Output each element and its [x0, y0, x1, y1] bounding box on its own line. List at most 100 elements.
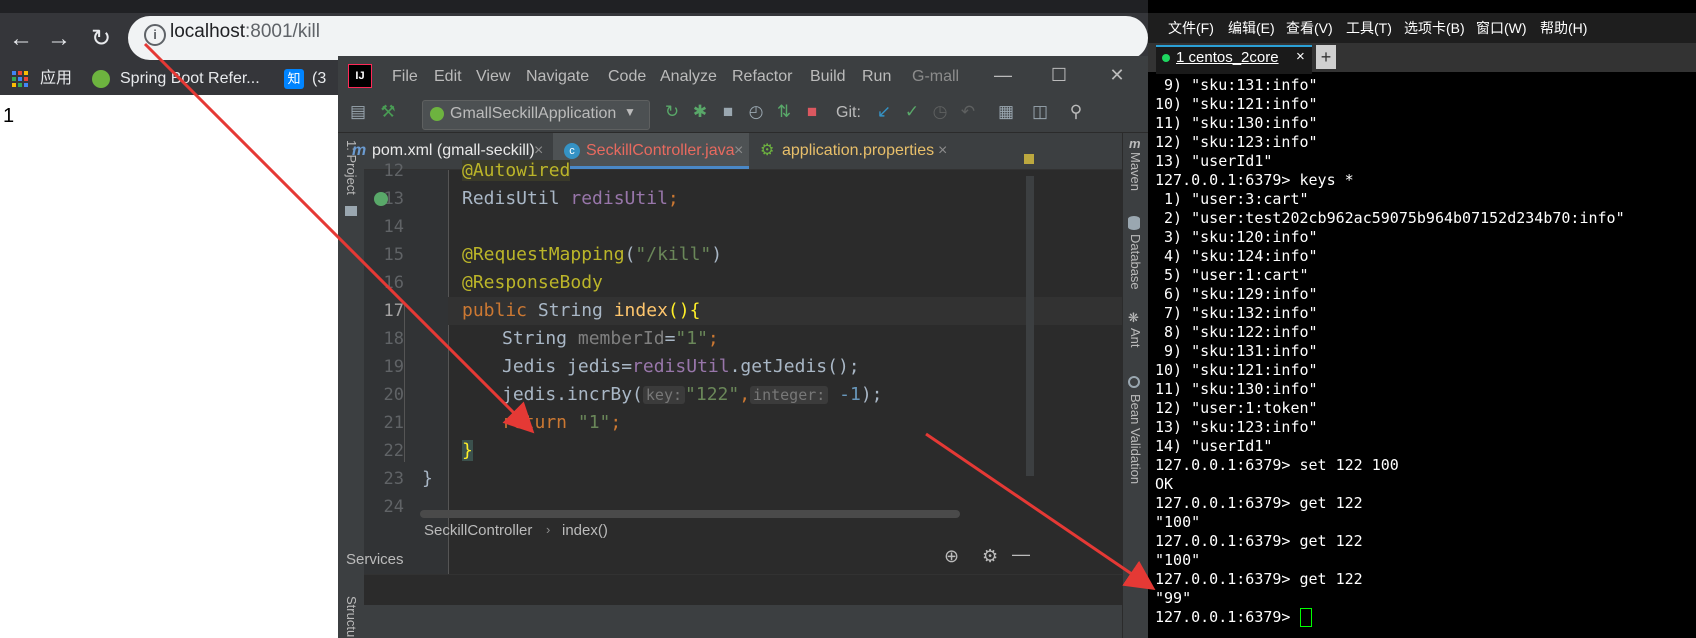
close-tab-icon[interactable]: ×	[938, 133, 947, 169]
terminal-line: 1) "user:3:cart"	[1155, 190, 1309, 208]
terminal-line: 6) "sku:129:info"	[1155, 285, 1318, 303]
site-info-icon[interactable]: i	[144, 24, 166, 46]
line-number: 14	[383, 217, 404, 237]
code-line-20: jedis.incrBy(key: "122", integer: -1);	[502, 384, 883, 405]
apps-grid-icon[interactable]	[12, 71, 28, 87]
terminal-line: 13) "userId1"	[1155, 152, 1273, 170]
project-title: G-mall	[912, 68, 960, 85]
menu-build[interactable]: Build	[810, 68, 846, 86]
project-structure-icon[interactable]: ▤	[346, 100, 370, 124]
breadcrumb	[364, 574, 1122, 605]
maximize-icon[interactable]: ☐	[1044, 62, 1074, 88]
close-icon[interactable]: ✕	[1102, 62, 1132, 88]
target-icon[interactable]: ⊕	[944, 546, 959, 567]
search-icon[interactable]: ⚲	[1064, 100, 1088, 124]
git-history-icon[interactable]: ◷	[928, 100, 952, 124]
update-running-app-icon[interactable]: ⇅	[772, 100, 796, 124]
structure-tool-window-button[interactable]: Structure	[344, 596, 359, 638]
page-response-text: 1	[3, 105, 15, 127]
database-tool-button[interactable]: Database	[1128, 234, 1143, 290]
term-menu-tools[interactable]: 工具(T)	[1346, 18, 1392, 38]
spring-boot-icon	[430, 107, 444, 121]
menu-run[interactable]: Run	[862, 68, 891, 86]
term-menu-help[interactable]: 帮助(H)	[1540, 18, 1587, 38]
profile-icon[interactable]: ◴	[744, 100, 768, 124]
bookmark-apps[interactable]: 应用	[40, 63, 72, 95]
coverage-icon[interactable]: ■	[716, 100, 740, 124]
minimize-icon[interactable]: —	[988, 62, 1018, 88]
build-hammer-icon[interactable]: ⚒	[376, 100, 400, 124]
close-tab-icon[interactable]: ×	[1296, 48, 1305, 65]
bean-validation-tool-button[interactable]: Bean Validation	[1128, 394, 1143, 484]
code-line-16: @ResponseBody	[462, 272, 603, 293]
code-line-23: }	[422, 468, 433, 489]
terminal-line: 127.0.0.1:6379> get 122	[1155, 570, 1363, 588]
terminal-line: 5) "user:1:cart"	[1155, 266, 1309, 284]
terminal-line: 4) "sku:124:info"	[1155, 247, 1318, 265]
forward-arrow-icon[interactable]: →	[42, 22, 76, 56]
term-menu-window[interactable]: 窗口(W)	[1476, 18, 1527, 38]
back-arrow-icon[interactable]: ←	[4, 22, 38, 56]
java-class-icon: c	[564, 143, 580, 159]
term-menu-view[interactable]: 查看(V)	[1286, 18, 1333, 38]
menu-analyze[interactable]: Analyze	[660, 68, 717, 86]
new-tab-plus-icon[interactable]: +	[1316, 45, 1336, 69]
menu-view[interactable]: View	[476, 68, 510, 86]
breadcrumb-class[interactable]: SeckillController	[424, 522, 532, 539]
terminal-cursor	[1299, 608, 1312, 627]
gear-icon[interactable]: ⚙	[982, 546, 998, 567]
code-line-19: Jedis jedis=redisUtil.getJedis();	[502, 356, 860, 377]
tab-seckill-controller[interactable]: SeckillController.java	[586, 133, 735, 169]
line-number: 20	[383, 385, 404, 405]
terminal-line: 10) "sku:121:info"	[1155, 95, 1318, 113]
git-rollback-icon[interactable]: ↶	[956, 100, 980, 124]
code-line-15: @RequestMapping("/kill")	[462, 244, 723, 265]
line-number: 21	[383, 413, 404, 433]
services-title: Services	[346, 551, 404, 568]
menu-file[interactable]: File	[392, 68, 418, 86]
line-number: 22	[383, 441, 404, 461]
stop-icon[interactable]: ■	[800, 100, 824, 124]
terminal-line: 12) "user:1:token"	[1155, 399, 1318, 417]
tab-application-properties[interactable]: application.properties	[782, 133, 934, 169]
project-structure-settings-icon[interactable]: ▦	[994, 100, 1018, 124]
ant-icon: ❋	[1128, 310, 1139, 325]
menu-edit[interactable]: Edit	[434, 68, 462, 86]
url-text[interactable]: localhost:8001/kill	[170, 20, 320, 44]
url-host: localhost	[170, 21, 245, 42]
breadcrumb-method[interactable]: index()	[562, 522, 608, 539]
terminal-line: OK	[1155, 475, 1174, 493]
spring-bean-gutter-icon[interactable]	[374, 192, 388, 206]
term-menu-tabs[interactable]: 选项卡(B)	[1404, 18, 1465, 38]
terminal-output[interactable]: 9) "sku:131:info" 10) "sku:121:info" 11) "…	[1155, 76, 1625, 627]
debug-bug-icon[interactable]: ✱	[688, 100, 712, 124]
maven-tool-button[interactable]: Maven	[1128, 152, 1143, 191]
terminal-line: 12) "sku:123:info"	[1155, 133, 1318, 151]
menu-code[interactable]: Code	[608, 68, 646, 86]
editor-scrollbar[interactable]	[1026, 176, 1034, 476]
git-update-icon[interactable]: ↙	[872, 100, 896, 124]
line-number: 24	[383, 497, 404, 517]
reload-icon[interactable]: ↻	[84, 22, 118, 56]
bookmark-spring-boot[interactable]: Spring Boot Refer...	[120, 63, 260, 95]
close-tab-icon[interactable]: ×	[734, 133, 743, 169]
menu-navigate[interactable]: Navigate	[526, 68, 589, 86]
terminal-icon[interactable]: ◫	[1028, 100, 1052, 124]
terminal-line: 11) "sku:130:info"	[1155, 380, 1318, 398]
line-number: 15	[383, 245, 404, 265]
horizontal-scrollbar[interactable]	[420, 510, 960, 518]
terminal-line: 14) "userId1"	[1155, 437, 1273, 455]
connected-status-icon	[1162, 54, 1170, 62]
terminal-tab-label: 1 centos_2core	[1176, 49, 1279, 66]
term-menu-edit[interactable]: 编辑(E)	[1228, 18, 1275, 38]
hide-panel-icon[interactable]: —	[1012, 544, 1030, 565]
inspection-warning-marker[interactable]	[1024, 154, 1034, 164]
git-commit-icon[interactable]: ✓	[900, 100, 924, 124]
ant-tool-button[interactable]: Ant	[1128, 328, 1143, 348]
terminal-prompt-line[interactable]: 127.0.0.1:6379>	[1155, 608, 1625, 627]
menu-refactor[interactable]: Refactor	[732, 68, 792, 86]
term-menu-file[interactable]: 文件(F)	[1168, 18, 1214, 38]
properties-gear-icon: ⚙	[760, 142, 775, 159]
rerun-icon[interactable]: ↻	[660, 100, 684, 124]
bookmark-zhihu[interactable]: (3	[312, 63, 326, 95]
